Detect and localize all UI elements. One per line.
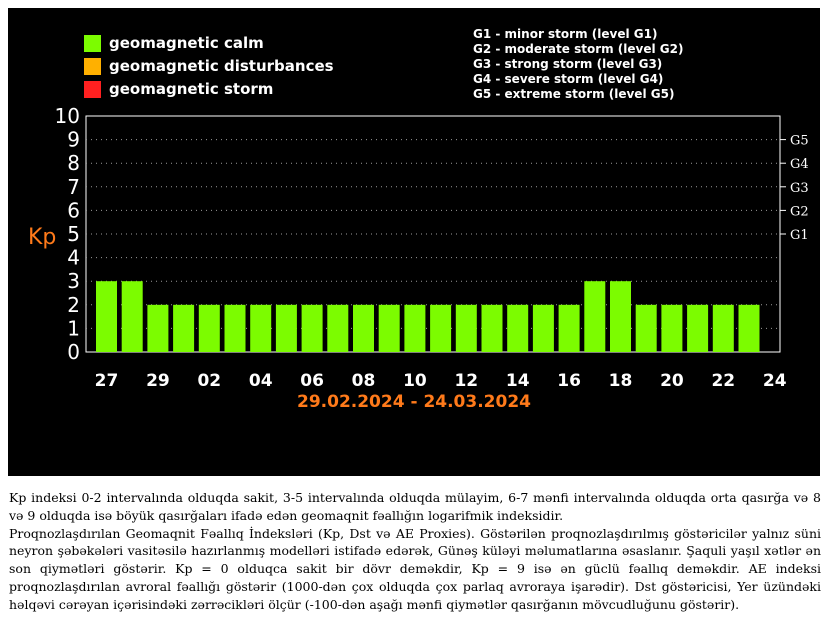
kp-bar [507,304,529,352]
kp-bar [378,304,400,352]
y-tick-label: 3 [67,269,80,293]
kp-bar [455,304,477,352]
kp-bar [173,304,195,352]
kp-bar [584,281,606,352]
x-tick-label: 08 [352,371,376,391]
kp-bar [353,304,374,352]
kp-bar [661,304,683,352]
description-paragraph-2: Proqnozlaşdırılan Geomaqnit Fəallıq İnde… [9,525,821,612]
kp-bar [275,304,297,352]
kp-bar [250,304,272,352]
y-tick-label: 0 [67,340,80,364]
kp-bar [96,281,117,352]
y-tick-label: 10 [55,104,80,128]
description-text: Kp indeksi 0-2 intervalında olduqda saki… [9,489,821,614]
kp-bar [738,304,760,352]
kp-bar [404,304,426,352]
kp-chart-panel: geomagnetic calm geomagnetic disturbance… [8,8,820,476]
kp-bar [430,304,452,352]
x-tick-label: 22 [711,371,735,391]
kp-bar [532,304,554,352]
kp-bar [558,304,580,352]
y-tick-label: 8 [67,151,80,175]
date-range-label: 29.02.2024 - 24.03.2024 [297,392,531,412]
description-paragraph-1: Kp indeksi 0-2 intervalında olduqda saki… [9,490,821,523]
x-tick-label: 04 [249,371,273,391]
x-tick-label: 12 [454,371,478,391]
right-tick-label-g4: G4 [790,157,809,172]
x-tick-label: 24 [763,371,787,391]
kp-bar [327,304,349,352]
kp-bar [198,304,220,352]
y-tick-label: 5 [67,222,80,246]
x-tick-label: 02 [197,371,221,391]
kp-bar [610,281,631,352]
y-tick-label: 7 [67,175,80,199]
x-tick-label: 20 [660,371,684,391]
right-tick-label-g5: G5 [790,134,809,149]
x-tick-label: 16 [557,371,581,391]
x-tick-label: 18 [609,371,633,391]
kp-bar-chart: 012345678910G1G2G3G4G5Kp27 29 02 04 06 08 10 12… [28,104,809,412]
x-tick-label: 06 [300,371,324,391]
kp-bar [687,304,709,352]
kp-bar [712,304,734,352]
kp-bar [224,304,246,352]
y-tick-label: 1 [67,316,80,340]
kp-bar [481,304,503,352]
x-tick-label: 10 [403,371,427,391]
y-tick-label: 2 [67,293,80,317]
y-tick-label: 9 [67,128,80,152]
right-tick-label-g2: G2 [790,204,809,219]
right-tick-label-g1: G1 [790,228,809,243]
kp-bar [121,281,143,352]
kp-bar [635,304,657,352]
x-tick-label: 27 [95,371,119,391]
x-tick-label: 29 [146,371,170,391]
y-tick-label: 6 [67,198,80,222]
x-tick-label: 14 [506,371,530,391]
kp-bar [301,304,323,352]
kp-bar [147,304,169,352]
y-axis-label: Kp [28,225,56,250]
y-tick-label: 4 [67,246,80,270]
right-tick-label-g3: G3 [790,181,809,196]
